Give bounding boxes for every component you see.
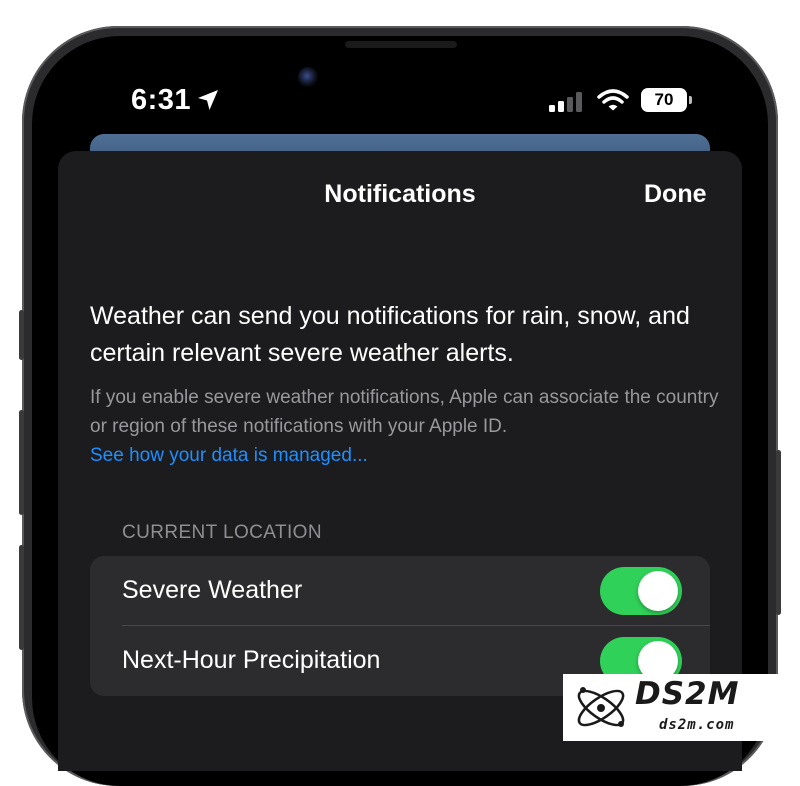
side-button-left-3	[19, 545, 24, 650]
atom-logo-icon	[577, 687, 625, 727]
side-button-left-2	[19, 410, 24, 515]
data-managed-link[interactable]: See how your data is managed...	[90, 445, 368, 466]
detail-text: If you enable severe weather notificatio…	[90, 383, 730, 470]
watermark-brand: DS2M	[635, 676, 740, 712]
done-button[interactable]: Done	[644, 180, 707, 209]
battery-level: 70	[654, 90, 674, 109]
severe-weather-row: Severe Weather	[90, 556, 710, 626]
intro-text: Weather can send you notifications for r…	[90, 302, 690, 367]
severe-weather-label: Severe Weather	[122, 576, 303, 604]
side-button-left-1	[19, 310, 24, 360]
battery-icon: 70	[641, 88, 692, 112]
earpiece	[345, 41, 457, 48]
status-time: 6:31	[131, 84, 192, 116]
severe-weather-toggle[interactable]	[600, 567, 682, 615]
watermark: DS2M ds2m.com	[563, 674, 800, 741]
watermark-domain: ds2m.com	[659, 717, 735, 733]
side-button-right	[776, 450, 781, 615]
next-hour-precipitation-label: Next-Hour Precipitation	[122, 646, 381, 674]
toggle-knob	[638, 571, 678, 611]
signal-icon	[549, 92, 582, 112]
front-camera	[298, 67, 318, 87]
current-location-header: CURRENT LOCATION	[122, 522, 322, 543]
privacy-detail: If you enable severe weather notificatio…	[90, 387, 719, 437]
location-arrow-icon	[198, 90, 218, 110]
wifi-icon	[597, 89, 629, 111]
